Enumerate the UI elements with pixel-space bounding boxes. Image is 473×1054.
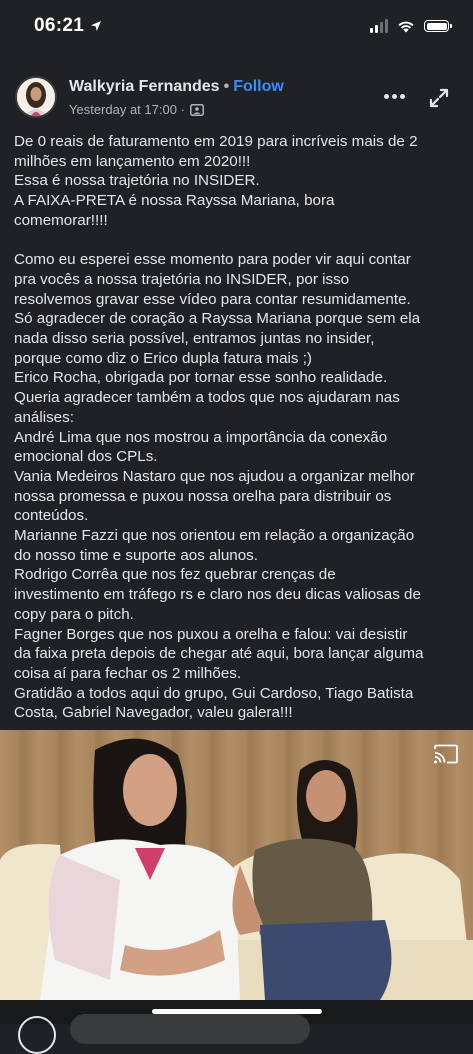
current-user-avatar[interactable] (18, 1016, 56, 1054)
cast-icon[interactable] (433, 744, 459, 764)
post-text-line: Costa, Gabriel Navegador, valeu galera!!… (14, 704, 293, 722)
post-text-line: análises: (14, 408, 74, 426)
post-text-line: A FAIXA-PRETA é nossa Rayssa Mariana, bo… (14, 192, 335, 210)
post-text-line: André Lima que nos mostrou a importância… (14, 428, 388, 446)
author-name[interactable]: Walkyria Fernandes (69, 78, 220, 95)
post-text-line: da faixa preta depois de chegar até aqui… (14, 645, 424, 663)
status-icons (370, 19, 452, 33)
follow-button[interactable]: Follow (233, 78, 284, 95)
comment-input[interactable] (70, 1014, 310, 1044)
post-text-line: do nosso time e suporte aos alunos. (14, 546, 258, 564)
status-time: 06:21 (34, 15, 85, 36)
status-time-group: 06:21 (34, 15, 102, 37)
video-frame (0, 738, 473, 1000)
location-arrow-icon (91, 21, 102, 31)
post-text-line: comemorar!!!! (14, 211, 108, 229)
post-text-line: nada disso seria possível, entramos junt… (14, 330, 375, 348)
post-header: Walkyria Fernandes • Follow Yesterday at 1… (0, 66, 473, 126)
expand-icon[interactable] (427, 86, 451, 110)
cellular-signal-icon (370, 19, 388, 33)
author-line: Walkyria Fernandes • Follow (69, 78, 284, 96)
post-text-line: Rodrigo Corrêa que nos fez quebrar crenç… (14, 566, 336, 584)
audience-photo-icon (189, 103, 204, 116)
post-body: De 0 reais de faturamento em 2019 para i… (14, 132, 466, 762)
post-text-line: milhões em lançamento em 2020!!! (14, 152, 251, 170)
status-bar: 06:21 (0, 0, 473, 52)
post-text-line: porque como diz o Erico dupla fatura mai… (14, 349, 312, 367)
post-text-line: investimento em tráfego rs e claro nos d… (14, 586, 421, 604)
post-text-line: Só agradecer de coração a Rayssa Mariana… (14, 310, 421, 328)
post-text-line: Gratidão a todos aqui do grupo, Gui Card… (14, 684, 414, 702)
post-text-line: coisa aí para fechar os 2 milhões. (14, 664, 242, 682)
author-avatar[interactable] (15, 76, 57, 118)
post-timestamp[interactable]: Yesterday at 17:00 · (69, 102, 185, 117)
post-text-line: conteúdos. (14, 507, 89, 525)
post-text-line: Essa é nossa trajetória no INSIDER. (14, 172, 260, 190)
battery-icon (424, 20, 452, 32)
post-text-line: Como eu esperei esse momento para poder … (14, 251, 411, 269)
post-text-line: Marianne Fazzi que nos orientou em relaç… (14, 527, 415, 545)
post-text-line: Fagner Borges que nos puxou a orelha e f… (14, 625, 408, 643)
post-meta: Yesterday at 17:00 · (69, 102, 204, 117)
post-text-line: De 0 reais de faturamento em 2019 para i… (14, 133, 418, 150)
post-text-line: pra vocês a nossa trajetória no INSIDER,… (14, 270, 350, 288)
paragraph-break (14, 231, 466, 251)
post-text-line: nossa promessa e puxou nossa orelha para… (14, 487, 392, 505)
post-text-line: resolvemos gravar esse vídeo para contar… (14, 290, 411, 308)
post-text-line: Erico Rocha, obrigada por tornar esse so… (14, 369, 388, 387)
post-text-line: copy para o pitch. (14, 605, 134, 623)
wifi-icon (398, 21, 414, 32)
more-options-icon[interactable] (380, 86, 408, 106)
home-indicator[interactable] (152, 1009, 322, 1014)
post-text-line: Queria agradecer também a todos que nos … (14, 389, 400, 407)
name-separator: • (223, 78, 230, 95)
post-text-line: emocional dos CPLs. (14, 448, 158, 466)
video-player[interactable] (0, 730, 473, 1000)
post-text-line: Vania Medeiros Nastaro que nos ajudou a … (14, 467, 415, 485)
